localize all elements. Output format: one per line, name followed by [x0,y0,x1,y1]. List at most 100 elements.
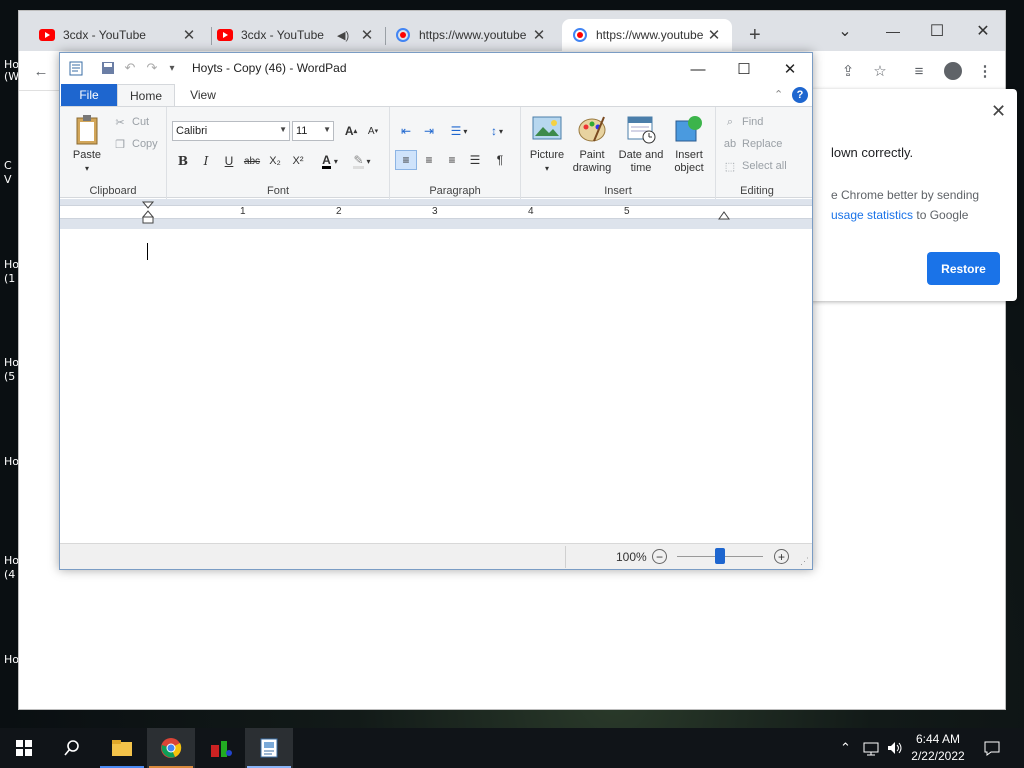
increase-indent-icon[interactable]: ⇥ [418,121,440,141]
select-all-button[interactable]: ⬚ Select all [722,159,787,173]
tab-title: https://www.youtube [419,28,527,42]
minimize-button[interactable]: — [676,57,720,81]
kebab-menu-icon[interactable]: ⋮ [975,61,995,81]
notifications-icon[interactable] [983,728,1001,768]
font-color-button[interactable]: A ▾ [315,151,345,171]
indent-marker-icon[interactable] [142,201,154,227]
bullet-list-icon[interactable]: ☰ ▾ [444,121,474,141]
align-center-icon[interactable]: ≡ [418,150,440,170]
save-icon[interactable] [100,60,116,76]
align-left-icon[interactable]: ≡ [395,150,417,170]
desktop-icon-label[interactable]: Ho [4,654,19,666]
desktop-icon-label[interactable]: Ho [4,456,19,468]
search-button[interactable] [48,728,96,768]
undo-icon[interactable]: ↶ [122,60,138,76]
speaker-icon[interactable]: ◀) [337,29,351,42]
strikethrough-button[interactable]: abc [241,151,263,171]
paint-drawing-button[interactable]: Paint drawing [569,113,615,175]
grow-font-button[interactable]: A ▴ [340,121,362,141]
close-window-button[interactable]: ✕ [768,57,812,81]
maximize-button[interactable]: ☐ [915,17,959,45]
restore-button[interactable]: Restore [927,252,1000,285]
wordpad-taskbar-button[interactable] [245,728,293,768]
resize-grip-icon[interactable]: ⋰ [800,556,809,567]
desktop-icon-label[interactable]: (1 [4,273,15,285]
new-tab-button[interactable]: + [749,24,761,47]
align-right-icon[interactable]: ≡ [441,150,463,170]
start-button[interactable] [0,728,48,768]
date-time-button[interactable]: Date and time [617,113,665,175]
volume-icon[interactable] [886,728,904,768]
copy-button[interactable]: ❐ Copy [112,137,158,151]
italic-button[interactable]: I [195,151,217,171]
bookmark-star-icon[interactable]: ☆ [870,61,890,81]
tab-file[interactable]: File [61,84,117,106]
shrink-font-button[interactable]: A ▾ [362,121,384,141]
superscript-button[interactable]: X² [287,151,309,171]
desktop-icon-label[interactable]: C [4,160,12,172]
insert-object-button[interactable]: Insert object [667,113,711,175]
close-tab-icon[interactable]: ✕ [531,26,547,44]
profile-avatar-icon[interactable] [943,61,963,81]
chevron-down-icon: ▾ [366,156,371,166]
customize-qat-icon[interactable]: ▾ [164,60,180,76]
picture-button[interactable]: Picture ▾ [527,113,567,175]
decrease-indent-icon[interactable]: ⇤ [395,121,417,141]
find-button[interactable]: ⌕ Find [722,115,764,129]
desktop-icon-label[interactable]: (4 [4,569,15,581]
media-queue-icon[interactable]: ≡ [909,61,929,81]
tab-home[interactable]: Home [117,84,175,106]
paste-button[interactable]: Paste ▾ [70,113,104,175]
maximize-button[interactable]: ☐ [722,57,766,81]
desktop-icon-label[interactable]: Ho [4,555,19,567]
replace-button[interactable]: ab Replace [722,137,782,151]
right-indent-marker-icon[interactable] [718,209,730,221]
close-tab-icon[interactable]: ✕ [181,26,197,44]
desktop-icon-label[interactable]: (5 [4,371,15,383]
ruler[interactable]: 1 2 3 4 5 [60,199,812,229]
bold-button[interactable]: B [172,151,194,171]
system-clock[interactable]: 6:44 AM 2/22/2022 [908,731,968,765]
subscript-button[interactable]: X₂ [264,151,286,171]
document-editor[interactable] [60,229,812,543]
file-explorer-button[interactable] [98,728,146,768]
highlight-button[interactable]: ✎ ▾ [347,151,377,171]
desktop-icon-label[interactable]: (W [4,71,19,83]
browser-tab[interactable]: 3cdx - YouTube ◀) ✕ [207,19,385,51]
youtube-icon [217,27,233,43]
back-icon[interactable]: ← [31,61,51,81]
share-icon[interactable]: ⇪ [838,61,858,81]
font-family-select[interactable]: Calibri ▼ [172,121,290,141]
cut-button[interactable]: ✂ Cut [112,115,149,129]
browser-tab[interactable]: 3cdx - YouTube ✕ [29,19,207,51]
desktop-icon-label[interactable]: Ho [4,259,19,271]
app-taskbar-button[interactable] [197,728,245,768]
chevron-down-icon[interactable]: ⌄ [823,17,867,45]
show-hidden-icons-icon[interactable]: ⌃ [840,728,851,768]
chrome-taskbar-button[interactable] [147,728,195,768]
help-icon[interactable]: ? [792,87,808,103]
underline-button[interactable]: U [218,151,240,171]
zoom-in-button[interactable]: + [774,549,789,564]
collapse-ribbon-icon[interactable]: ⌃ [774,88,783,101]
close-window-button[interactable]: ✕ [961,17,1005,45]
network-icon[interactable] [862,728,880,768]
minimize-button[interactable]: — [871,17,915,45]
desktop-icon-label[interactable]: Ho [4,357,19,369]
browser-tab-active[interactable]: https://www.youtube ✕ [562,19,732,51]
close-tab-icon[interactable]: ✕ [706,26,722,44]
justify-icon[interactable]: ☰ [464,150,486,170]
desktop-icon-label[interactable]: V [4,174,12,186]
wordpad-app-icon[interactable] [68,60,84,76]
close-icon[interactable]: ✕ [991,101,1006,122]
zoom-slider-thumb[interactable] [715,548,725,564]
browser-tab[interactable]: https://www.youtube ✕ [385,19,557,51]
close-tab-icon[interactable]: ✕ [359,26,375,44]
line-spacing-icon[interactable]: ↕ ▾ [482,121,512,141]
redo-icon[interactable]: ↷ [144,60,160,76]
zoom-out-button[interactable]: − [652,549,667,564]
usage-statistics-link[interactable]: usage statistics [831,208,913,222]
tab-view[interactable]: View [178,84,228,106]
paragraph-settings-icon[interactable]: ¶ [489,150,511,170]
font-size-select[interactable]: 11 ▼ [292,121,334,141]
